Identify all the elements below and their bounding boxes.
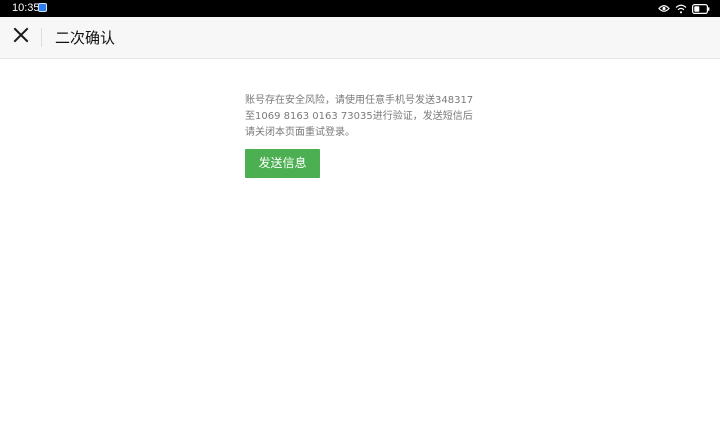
close-icon[interactable]	[13, 27, 29, 47]
status-icons	[658, 2, 710, 15]
status-bar: 10:35	[0, 0, 720, 17]
battery-icon	[692, 3, 710, 14]
eye-icon	[658, 4, 670, 13]
title-divider	[41, 28, 42, 47]
notification-icon	[38, 3, 47, 12]
send-message-button[interactable]: 发送信息	[245, 149, 320, 178]
main-content: 账号存在安全风险，请使用任意手机号发送348317至1069 8163 0163…	[245, 93, 477, 178]
page-title: 二次确认	[55, 29, 116, 47]
security-message: 账号存在安全风险，请使用任意手机号发送348317至1069 8163 0163…	[245, 95, 474, 138]
wifi-icon	[675, 4, 687, 14]
close-button[interactable]	[6, 22, 36, 52]
title-bar: 二次确认	[0, 17, 720, 59]
status-time: 10:35	[12, 2, 40, 14]
